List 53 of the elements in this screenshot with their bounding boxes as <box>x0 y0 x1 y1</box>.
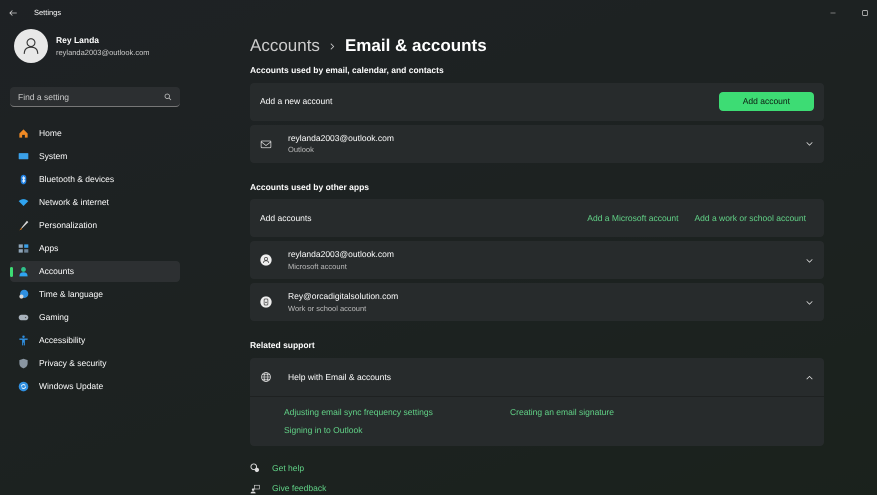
id-badge-icon <box>260 296 272 308</box>
account-email: reylanda2003@outlook.com <box>288 132 394 144</box>
search-field[interactable]: Find a setting <box>10 87 180 108</box>
sidebar-item[interactable]: Personalization <box>10 215 180 236</box>
account-email: reylanda2003@outlook.com <box>288 248 394 261</box>
bluetooth-icon <box>18 174 29 186</box>
page-title: Email & accounts <box>344 35 487 58</box>
monitor-icon <box>18 151 29 162</box>
mail-icon <box>260 138 272 150</box>
search-icon[interactable] <box>164 93 172 102</box>
sidebar-item[interactable]: System <box>10 146 180 168</box>
help-link[interactable]: Creating an email signature <box>510 406 614 419</box>
sidebar-item[interactable]: Gaming <box>10 307 180 328</box>
section-heading: Accounts used by email, calendar, and contacts <box>250 64 445 76</box>
profile-name: Rey Landa <box>56 34 100 47</box>
person-icon <box>260 254 272 266</box>
brush-icon <box>18 220 29 232</box>
sidebar-item[interactable]: Time & language <box>10 284 180 306</box>
sidebar-item[interactable]: Privacy & security <box>10 353 180 374</box>
feedback-icon <box>250 484 260 494</box>
link[interactable]: Add a work or school account <box>694 212 806 225</box>
add-account-button[interactable]: Add account <box>718 92 814 111</box>
avatar <box>14 29 48 64</box>
chevron-right-icon <box>328 42 337 50</box>
section-heading: Accounts used by other apps <box>250 180 370 194</box>
footer-link[interactable]: Give feedback <box>272 482 326 495</box>
apps-icon <box>18 243 29 254</box>
person-icon <box>18 266 29 278</box>
sidebar-item[interactable]: Accessibility <box>10 330 180 352</box>
account-email: Rey@orcadigitalsolution.com <box>288 290 398 303</box>
sidebar-item[interactable]: Network & internet <box>10 192 180 214</box>
sidebar-item[interactable]: Apps <box>10 238 180 260</box>
accessibility-icon <box>18 335 29 346</box>
row-label: Add a new account <box>260 95 332 108</box>
restore-icon[interactable] <box>861 8 869 17</box>
gamepad-icon <box>18 312 29 324</box>
back-icon[interactable] <box>8 8 18 18</box>
link[interactable]: Add a Microsoft account <box>587 212 678 225</box>
wifi-icon <box>18 197 29 208</box>
help-link[interactable]: Signing in to Outlook <box>284 424 362 436</box>
sync-icon <box>18 381 29 392</box>
help-title: Help with Email & accounts <box>288 370 391 384</box>
house-icon <box>18 128 29 140</box>
help-link[interactable]: Adjusting email sync frequency settings <box>284 406 433 419</box>
shield-icon <box>18 358 29 370</box>
sidebar-item[interactable]: Bluetooth & devices <box>10 169 180 190</box>
sidebar-item[interactable]: Accounts <box>10 261 180 282</box>
footer-link[interactable]: Get help <box>272 462 304 474</box>
sidebar-item[interactable]: Windows Update <box>10 376 180 398</box>
row-label: Add accounts <box>260 212 312 225</box>
breadcrumb-link[interactable]: Accounts <box>250 33 320 59</box>
sidebar-item[interactable]: Home <box>10 123 180 144</box>
section-heading: Related support <box>250 339 316 352</box>
